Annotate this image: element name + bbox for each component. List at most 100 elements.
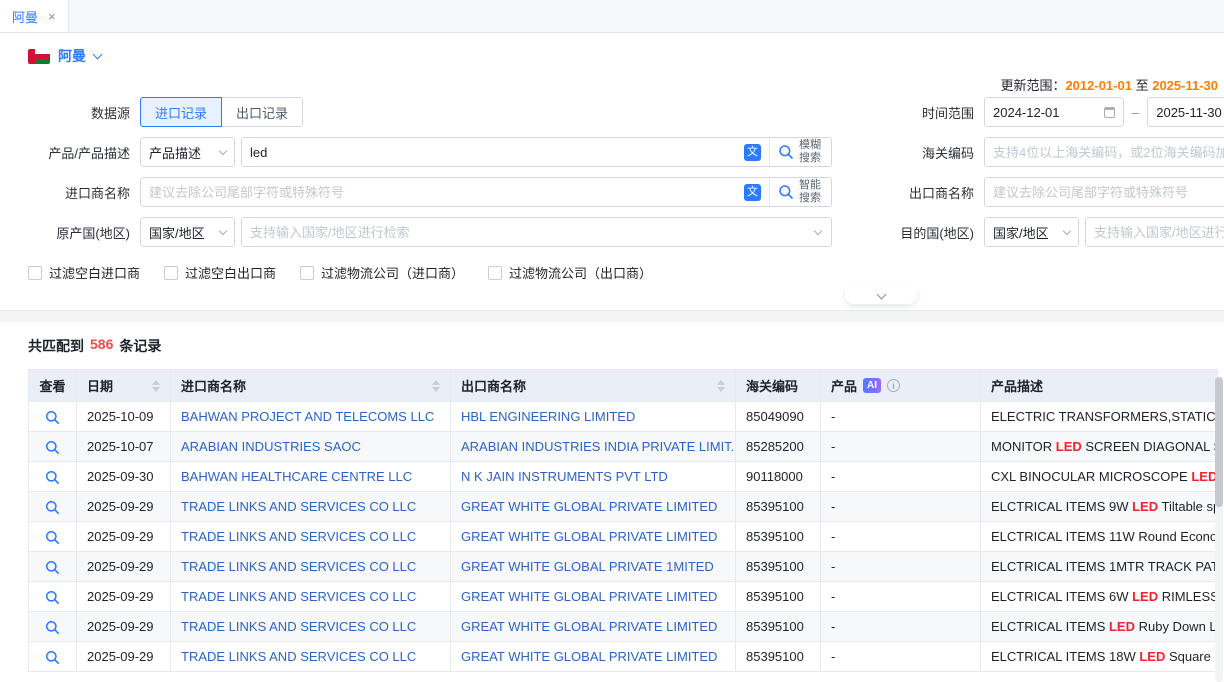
filter-checkbox[interactable]: 过滤空白进口商 [28, 263, 140, 282]
filter-row-product: 产品/产品描述 产品描述 文 模糊搜索 海关编码 [0, 137, 1224, 167]
exporter-link[interactable]: HBL ENGINEERING LIMITED [461, 409, 635, 424]
date-from-picker[interactable]: 2024-12-01 [984, 97, 1124, 127]
importer-link[interactable]: TRADE LINKS AND SERVICES CO LLC [181, 499, 416, 514]
view-magnifier-icon[interactable] [45, 500, 60, 515]
hs-code-cell: 85049090 [736, 402, 821, 432]
info-icon[interactable]: i [887, 379, 900, 392]
header-view: 查看 [29, 370, 77, 402]
importer-link[interactable]: TRADE LINKS AND SERVICES CO LLC [181, 619, 416, 634]
table-row: 2025-09-30BAHWAN HEALTHCARE CENTRE LLCN … [29, 462, 1218, 492]
importer-link[interactable]: BAHWAN HEALTHCARE CENTRE LLC [181, 469, 412, 484]
importer-cell: ARABIAN INDUSTRIES SAOC [171, 432, 451, 462]
view-magnifier-icon[interactable] [45, 470, 60, 485]
product-label: 产品/产品描述 [0, 143, 140, 162]
sort-icon[interactable] [152, 380, 160, 392]
exporter-link[interactable]: N K JAIN INSTRUMENTS PVT LTD [461, 469, 668, 484]
checkbox-box[interactable] [164, 266, 178, 280]
importer-link[interactable]: BAHWAN PROJECT AND TELECOMS LLC [181, 409, 434, 424]
importer-link[interactable]: ARABIAN INDUSTRIES SAOC [181, 439, 361, 454]
exporter-cell: HBL ENGINEERING LIMITED [451, 402, 736, 432]
export-records-toggle[interactable]: 出口记录 [221, 97, 303, 127]
date-to-picker[interactable]: 2025-11-30 [1147, 97, 1224, 127]
view-magnifier-icon[interactable] [45, 620, 60, 635]
translate-icon[interactable]: 文 [744, 144, 761, 161]
desc-cell: ELCTRICAL ITEMS 6W LED RIMLESS ... [981, 582, 1218, 612]
importer-cell: TRADE LINKS AND SERVICES CO LLC [171, 552, 451, 582]
product-field-select[interactable]: 产品描述 [140, 137, 235, 167]
importer-link[interactable]: TRADE LINKS AND SERVICES CO LLC [181, 529, 416, 544]
chevron-down-icon [876, 289, 886, 299]
chevron-down-icon [814, 227, 822, 235]
exporter-link[interactable]: GREAT WHITE GLOBAL PRIVATE LIMITED [461, 649, 717, 664]
tab-close-icon[interactable]: × [48, 9, 56, 24]
checkbox-box[interactable] [488, 266, 502, 280]
origin-type-select[interactable]: 国家/地区 [140, 217, 235, 247]
exporter-link[interactable]: GREAT WHITE GLOBAL PRIVATE 1MITED [461, 559, 714, 574]
hs-code-cell: 85395100 [736, 552, 821, 582]
filter-checkbox[interactable]: 过滤物流公司（进口商） [300, 263, 464, 282]
collapse-filters-button[interactable] [845, 288, 917, 304]
scrollbar-thumb[interactable] [1215, 377, 1223, 507]
exporter-link[interactable]: GREAT WHITE GLOBAL PRIVATE LIMITED [461, 529, 717, 544]
importer-cell: TRADE LINKS AND SERVICES CO LLC [171, 642, 451, 672]
view-magnifier-icon[interactable] [45, 440, 60, 455]
date-cell: 2025-09-29 [77, 552, 171, 582]
sort-icon[interactable] [717, 380, 725, 392]
checkbox-box[interactable] [300, 266, 314, 280]
tab-label: 阿曼 [12, 7, 38, 26]
view-cell [29, 612, 77, 642]
view-magnifier-icon[interactable] [45, 410, 60, 425]
chevron-down-icon [219, 146, 227, 154]
checkbox-box[interactable] [28, 266, 42, 280]
match-count: 586 [90, 336, 113, 356]
exporter-link[interactable]: GREAT WHITE GLOBAL PRIVATE LIMITED [461, 589, 717, 604]
search-icon [778, 184, 794, 200]
importer-link[interactable]: TRADE LINKS AND SERVICES CO LLC [181, 589, 416, 604]
header-exporter: 出口商名称 [451, 370, 736, 402]
hs-code-cell: 85395100 [736, 642, 821, 672]
importer-cell: TRADE LINKS AND SERVICES CO LLC [171, 612, 451, 642]
highlight-keyword: LED [1132, 589, 1158, 604]
smart-search-button[interactable]: 智能搜索 [769, 178, 831, 206]
view-magnifier-icon[interactable] [45, 560, 60, 575]
exporter-cell: GREAT WHITE GLOBAL PRIVATE LIMITED [451, 492, 736, 522]
origin-country-input[interactable] [242, 218, 815, 246]
time-range-label: 时间范围 [832, 103, 984, 122]
header-hs-code: 海关编码 [736, 370, 821, 402]
view-magnifier-icon[interactable] [45, 590, 60, 605]
product-input-group: 文 模糊搜索 [241, 137, 832, 167]
datasource-toggle: 进口记录 出口记录 [140, 97, 303, 127]
filter-checkbox[interactable]: 过滤物流公司（出口商） [488, 263, 652, 282]
date-range-separator: – [1132, 105, 1139, 120]
hs-code-input[interactable] [985, 138, 1224, 166]
view-magnifier-icon[interactable] [45, 530, 60, 545]
date-cell: 2025-09-29 [77, 582, 171, 612]
exporter-link[interactable]: ARABIAN INDUSTRIES INDIA PRIVATE LIMIT..… [461, 439, 736, 454]
exporter-link[interactable]: GREAT WHITE GLOBAL PRIVATE LIMITED [461, 499, 717, 514]
translate-icon[interactable]: 文 [744, 184, 761, 201]
view-magnifier-icon[interactable] [45, 650, 60, 665]
checkbox-label: 过滤物流公司（出口商） [509, 263, 652, 282]
highlight-keyword: LED [1132, 499, 1158, 514]
country-selector[interactable]: 阿曼 [0, 33, 1224, 75]
filter-row-origin: 原产国(地区) 国家/地区 目的国(地区) 国家/地区 [0, 217, 1224, 247]
tab-oman[interactable]: 阿曼 × [0, 0, 69, 32]
sort-icon[interactable] [432, 380, 440, 392]
destination-type-select[interactable]: 国家/地区 [984, 217, 1079, 247]
exporter-name-input[interactable] [985, 178, 1224, 206]
table-row: 2025-09-29 TRADE LINKS AND SERVICES CO LL… [29, 582, 1218, 612]
table-row: 2025-09-29TRADE LINKS AND SERVICES CO LL… [29, 612, 1218, 642]
importer-name-input[interactable] [141, 178, 744, 206]
filter-checkbox[interactable]: 过滤空白出口商 [164, 263, 276, 282]
import-records-toggle[interactable]: 进口记录 [140, 97, 222, 127]
destination-country-input[interactable] [1086, 218, 1224, 246]
fuzzy-search-button[interactable]: 模糊搜索 [769, 138, 831, 166]
highlight-keyword: LED [1191, 469, 1217, 484]
desc-cell: ELCTRICAL ITEMS 11W Round Econo... [981, 522, 1218, 552]
importer-link[interactable]: TRADE LINKS AND SERVICES CO LLC [181, 559, 416, 574]
product-search-input[interactable] [242, 138, 744, 166]
exporter-link[interactable]: GREAT WHITE GLOBAL PRIVATE LIMITED [461, 619, 717, 634]
product-cell: - [821, 642, 981, 672]
importer-link[interactable]: TRADE LINKS AND SERVICES CO LLC [181, 649, 416, 664]
exporter-cell: GREAT WHITE GLOBAL PRIVATE 1MITED [451, 552, 736, 582]
